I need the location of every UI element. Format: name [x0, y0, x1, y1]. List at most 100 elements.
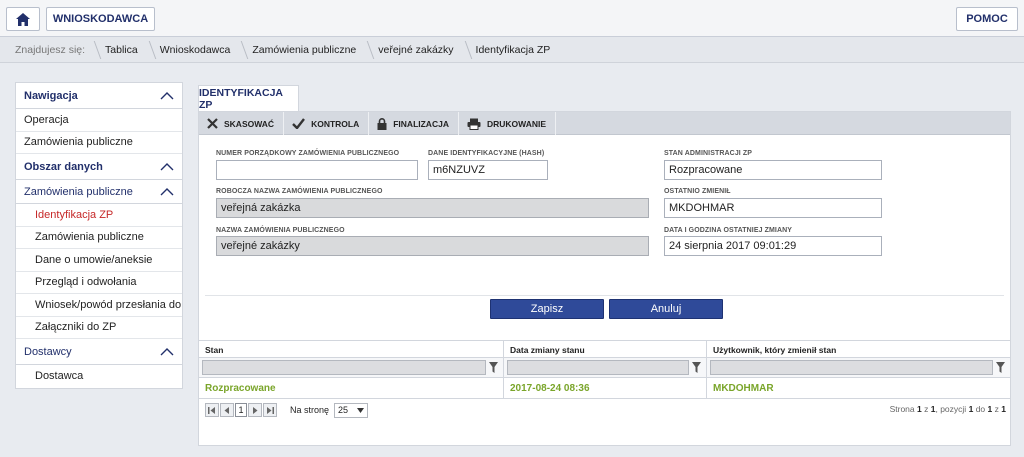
tab-identification[interactable]: IDENTYFIKACJA ZP — [198, 85, 299, 112]
breadcrumb-item-applicant[interactable]: Wnioskodawca — [148, 37, 241, 63]
nav-section-suppliers[interactable]: Dostawcy — [16, 339, 182, 365]
lock-icon — [377, 117, 387, 130]
per-page-select[interactable]: 25 — [334, 402, 369, 418]
form-panel: SKASOWAĆ KONTROLA FINALIZACJA DRUKOWANIE… — [198, 111, 1011, 446]
check-button[interactable]: KONTROLA — [284, 112, 370, 135]
nav-section-data-area[interactable]: Obszar danych — [16, 154, 182, 180]
delete-label: SKASOWAĆ — [224, 118, 275, 129]
pager-from: 1 — [968, 404, 974, 414]
pager-total: 1 — [1001, 404, 1006, 414]
save-button[interactable]: Zapisz — [490, 299, 604, 319]
breadcrumb-item-public-procurement[interactable]: Zamówienia publiczne — [240, 37, 366, 63]
next-page-button[interactable] — [248, 403, 262, 417]
name-field[interactable]: veřejné zakázky — [216, 236, 649, 256]
working-name-field[interactable]: veřejná zakázka — [216, 198, 649, 218]
filter-input-date[interactable] — [507, 360, 689, 375]
chevron-up-icon[interactable] — [160, 187, 174, 197]
nav-item-review-appeals[interactable]: Przegląd i odwołania — [16, 272, 182, 294]
pager-items-label: , pozycji — [935, 404, 967, 414]
nav-subsection-public-procurement[interactable]: Zamówienia publiczne — [16, 180, 182, 204]
column-header-state[interactable]: Stan — [199, 341, 504, 357]
finalize-label: FINALIZACJA — [393, 118, 449, 129]
last-change-date-field[interactable]: 24 sierpnia 2017 09:01:29 — [664, 236, 882, 256]
filter-icon[interactable] — [993, 362, 1007, 373]
chevron-down-icon — [357, 407, 365, 413]
pager-info-prefix: Strona — [889, 404, 915, 414]
finalize-button[interactable]: FINALIZACJA — [369, 112, 459, 135]
cell-user: MKDOHMAR — [713, 383, 774, 394]
printer-icon — [467, 118, 481, 130]
filter-icon[interactable] — [486, 362, 500, 373]
breadcrumb-item-public-contracts[interactable]: veřejné zakázky — [366, 37, 463, 63]
delete-button[interactable]: SKASOWAĆ — [199, 112, 285, 135]
chevron-left-icon — [224, 406, 229, 414]
help-button[interactable]: POMOC — [956, 7, 1018, 31]
main-content: IDENTYFIKACJA ZP SKASOWAĆ KONTROLA FINAL… — [198, 82, 1011, 446]
last-page-icon — [267, 406, 274, 414]
print-button[interactable]: DRUKOWANIE — [459, 112, 556, 135]
pager-to-label: do — [975, 404, 986, 414]
toolbar: SKASOWAĆ KONTROLA FINALIZACJA DRUKOWANIE — [199, 112, 1010, 135]
chevron-up-icon[interactable] — [160, 347, 174, 357]
chevron-up-icon[interactable] — [160, 162, 174, 172]
working-name-label: ROBOCZA NAZWA ZAMÓWIENIA PUBLICZNEGO — [216, 188, 383, 195]
nav-item-supplier[interactable]: Dostawca — [16, 365, 182, 388]
nav-item-attachments[interactable]: Załączniki do ZP — [16, 317, 182, 339]
cancel-button[interactable]: Anuluj — [609, 299, 723, 319]
nav-item-identification[interactable]: Identyfikacja ZP — [16, 204, 182, 227]
column-header-date[interactable]: Data zmiany stanu — [504, 341, 707, 357]
close-icon — [207, 118, 218, 129]
breadcrumb-prefix: Znajdujesz się: — [15, 43, 86, 56]
nav-item-contract-data[interactable]: Dane o umowie/aneksie — [16, 249, 182, 272]
print-label: DRUKOWANIE — [486, 118, 546, 129]
check-label: KONTROLA — [311, 118, 360, 129]
pager-to: 1 — [987, 404, 993, 414]
nav-item-procurement[interactable]: Zamówienia publiczne — [16, 227, 182, 249]
first-page-icon — [208, 406, 215, 414]
last-changed-label: OSTATNIO ZMIENIŁ — [664, 188, 731, 195]
pager-total-label: z — [994, 404, 999, 414]
hash-field[interactable]: m6NZUVZ — [428, 160, 548, 180]
filter-cell-date — [504, 358, 707, 377]
nav-section-label: Dostawcy — [24, 345, 72, 358]
checkmark-icon — [292, 118, 306, 129]
admin-state-label: STAN ADMINISTRACJI ZP — [664, 150, 753, 157]
cell-state: Rozpracowane — [199, 378, 504, 398]
side-navigation: Nawigacja Operacja Zamówienia publiczne … — [15, 82, 183, 389]
hash-label: DANE IDENTYFIKACYJNE (HASH) — [428, 150, 545, 157]
last-changed-field[interactable]: MKDOHMAR — [664, 198, 882, 218]
breadcrumb-item-dashboard[interactable]: Tablica — [93, 37, 148, 63]
column-header-user[interactable]: Użytkownik, który zmienił stan — [707, 341, 1010, 357]
pager: 1 Na stronę 25 Strona 1 z 1, pozycji 1 d… — [199, 399, 1010, 421]
cell-date: 2017-08-24 08:36 — [504, 378, 707, 398]
nav-section-navigation[interactable]: Nawigacja — [16, 83, 182, 109]
table-filter-row — [199, 358, 1010, 378]
first-page-button[interactable] — [205, 403, 219, 417]
filter-input-state[interactable] — [202, 360, 486, 375]
nav-item-public-procurement[interactable]: Zamówienia publiczne — [16, 132, 182, 154]
nav-section-label: Nawigacja — [24, 89, 78, 102]
chevron-up-icon[interactable] — [160, 91, 174, 101]
table-header: Stan Data zmiany stanu Użytkownik, który… — [199, 340, 1010, 358]
nav-item-operation[interactable]: Operacja — [16, 109, 182, 132]
current-page[interactable]: 1 — [235, 403, 247, 417]
nav-subsection-label: Zamówienia publiczne — [24, 185, 133, 198]
order-number-field[interactable] — [216, 160, 418, 180]
divider — [205, 295, 1004, 296]
prev-page-button[interactable] — [220, 403, 234, 417]
filter-cell-user — [707, 358, 1010, 377]
last-change-date-label: DATA I GODZINA OSTATNIEJ ZMIANY — [664, 227, 793, 234]
filter-icon[interactable] — [689, 362, 703, 373]
order-number-label: NUMER PORZĄDKOWY ZAMÓWIENIA PUBLICZNEGO — [216, 150, 400, 157]
breadcrumb-item-current: Identyfikacja ZP — [464, 37, 561, 63]
chevron-right-icon — [253, 406, 258, 414]
nav-item-submission-request[interactable]: Wniosek/powód przesłania do UOI — [16, 294, 182, 317]
filter-input-user[interactable] — [710, 360, 993, 375]
nav-section-label: Obszar danych — [24, 160, 103, 173]
home-button[interactable] — [6, 7, 40, 31]
role-button[interactable]: WNIOSKODAWCA — [46, 7, 155, 31]
admin-state-field[interactable]: Rozpracowane — [664, 160, 882, 180]
last-page-button[interactable] — [263, 403, 277, 417]
table-row[interactable]: Rozpracowane 2017-08-24 08:36 MKDOHMAR — [199, 378, 1010, 399]
name-label: NAZWA ZAMÓWIENIA PUBLICZNEGO — [216, 227, 345, 234]
